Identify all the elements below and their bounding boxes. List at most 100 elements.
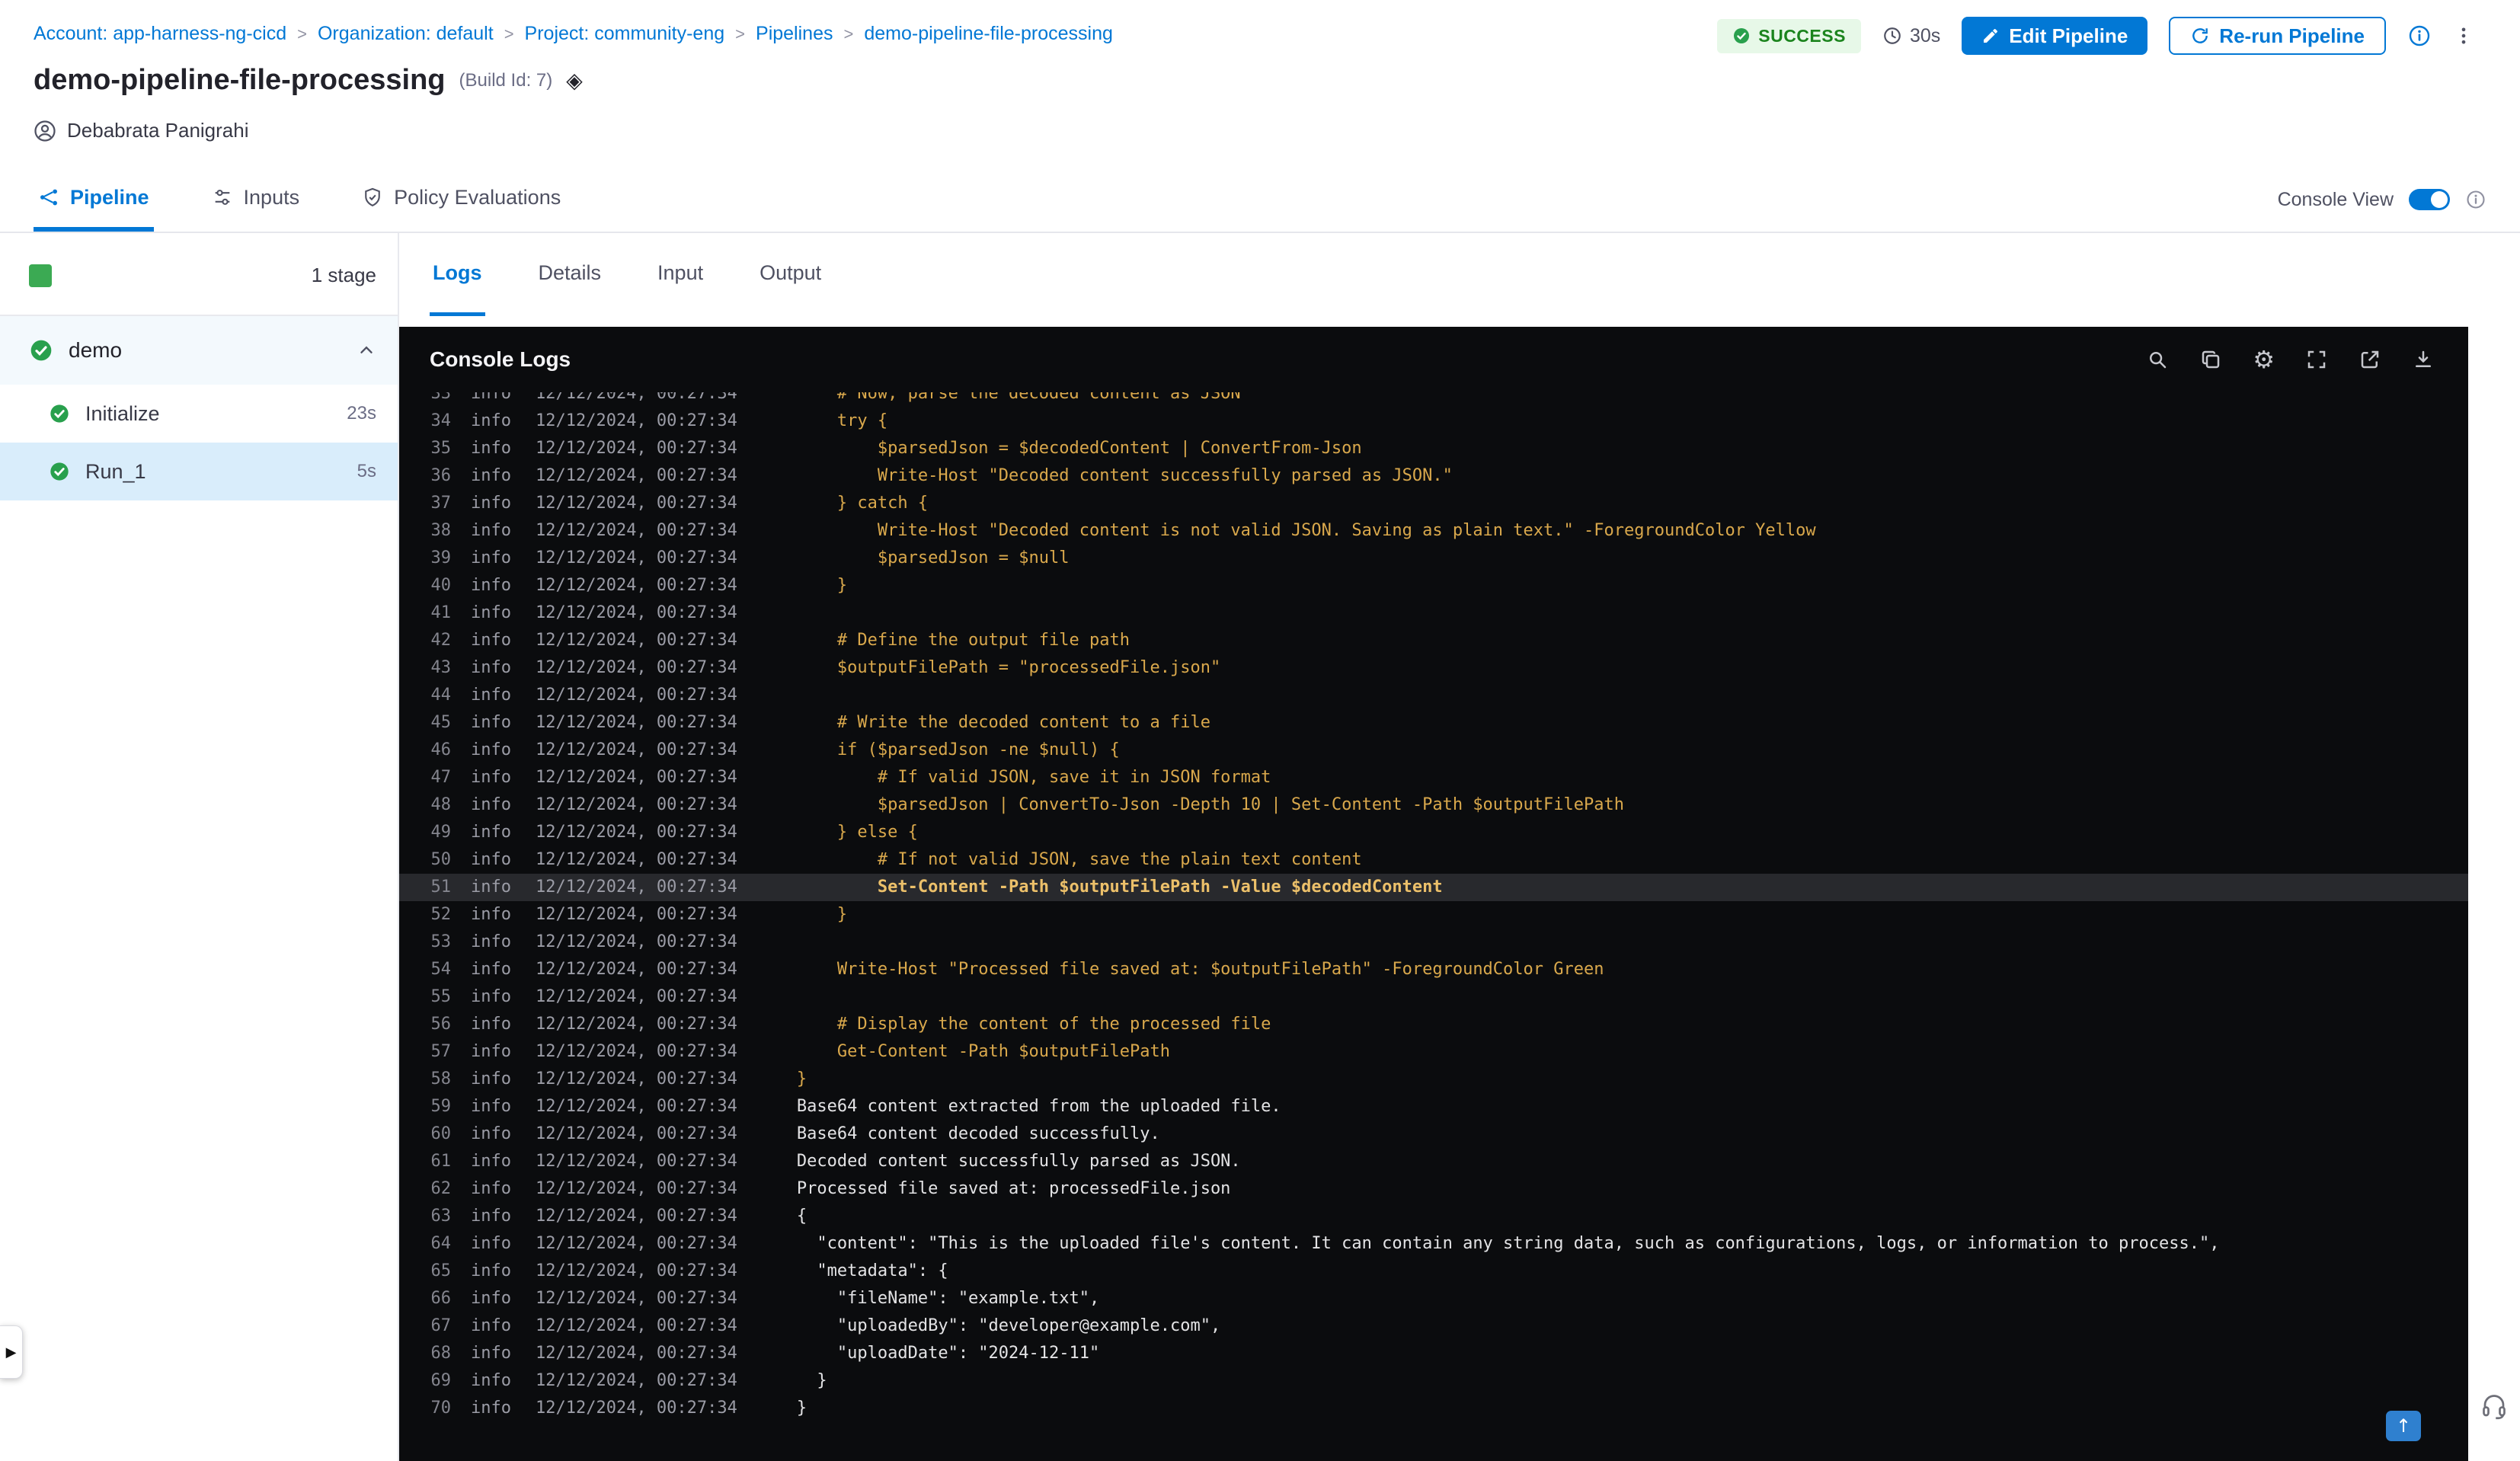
- log-message: Processed file saved at: processedFile.j…: [796, 1179, 1231, 1198]
- stage-minimap: 1 stage: [0, 233, 398, 287]
- log-level: info: [471, 1344, 511, 1363]
- log-timestamp: 12/12/2024, 00:27:34: [535, 1316, 737, 1335]
- log-line-number: 34: [430, 411, 452, 430]
- tab-input[interactable]: Input: [654, 233, 706, 316]
- log-line-number: 60: [430, 1124, 452, 1143]
- log-timestamp: 12/12/2024, 00:27:34: [535, 987, 737, 1006]
- log-line-number: 55: [430, 987, 452, 1006]
- log-line-number: 50: [430, 850, 452, 869]
- info-icon[interactable]: [2407, 24, 2432, 48]
- console-panel-header: Console Logs ⚙: [399, 327, 2468, 392]
- log-line-number: 69: [430, 1371, 452, 1390]
- log-line: 59 info 12/12/2024, 00:27:34 Base64 cont…: [399, 1093, 2468, 1121]
- log-line: 33 info 12/12/2024, 00:27:34 # Now, pars…: [399, 392, 2468, 408]
- breadcrumb-separator: >: [504, 24, 514, 43]
- log-timestamp: 12/12/2024, 00:27:34: [535, 823, 737, 842]
- step-row[interactable]: Initialize 23s: [0, 385, 398, 443]
- download-logs-icon[interactable]: [2412, 348, 2435, 371]
- log-message: # Now, parse the decoded content as JSON: [796, 392, 1241, 403]
- more-options-icon[interactable]: [2453, 25, 2474, 46]
- console-toolbar: ⚙: [2146, 347, 2435, 372]
- duration: 30s: [1882, 25, 1940, 47]
- console-view-info-icon[interactable]: [2465, 189, 2486, 210]
- log-line-number: 51: [430, 878, 452, 897]
- rerun-pipeline-label: Re-run Pipeline: [2219, 24, 2365, 47]
- log-line: 55 info 12/12/2024, 00:27:34: [399, 983, 2468, 1011]
- tab-output[interactable]: Output: [756, 233, 824, 316]
- scroll-to-top-button[interactable]: ↑: [2386, 1411, 2421, 1441]
- console-tabbar: Logs Details Input Output: [399, 233, 2520, 327]
- log-line: 63 info 12/12/2024, 00:27:34 {: [399, 1203, 2468, 1230]
- breadcrumb: Account: app-harness-ng-cicd > Organizat…: [34, 23, 1113, 45]
- step-row[interactable]: Run_1 5s: [0, 443, 398, 500]
- log-line-number: 43: [430, 658, 452, 677]
- breadcrumb-link[interactable]: Project: community-eng: [525, 23, 725, 45]
- log-message: Write-Host "Decoded content is not valid…: [796, 521, 1816, 540]
- log-level: info: [471, 713, 511, 732]
- tab-policy-evaluations[interactable]: Policy Evaluations: [357, 168, 565, 232]
- log-line: 47 info 12/12/2024, 00:27:34 # If valid …: [399, 764, 2468, 791]
- log-line-number: 39: [430, 548, 452, 567]
- copy-logs-icon[interactable]: [2199, 348, 2222, 371]
- up-arrow-icon: ↑: [2395, 1415, 2412, 1437]
- breadcrumb-separator: >: [735, 24, 746, 43]
- log-line-number: 62: [430, 1179, 452, 1198]
- log-level: info: [471, 494, 511, 513]
- shield-check-icon: [365, 187, 380, 207]
- edit-pipeline-button[interactable]: Edit Pipeline: [1962, 17, 2148, 55]
- log-line: 68 info 12/12/2024, 00:27:34 "uploadDate…: [399, 1340, 2468, 1367]
- stage-success-icon: [30, 340, 52, 361]
- log-line-number: 42: [430, 631, 452, 650]
- log-message: "metadata": {: [796, 1261, 948, 1280]
- log-line: 48 info 12/12/2024, 00:27:34 $parsedJson…: [399, 791, 2468, 819]
- support-headset-icon[interactable]: [2480, 1392, 2508, 1420]
- log-message: Decoded content successfully parsed as J…: [796, 1152, 1241, 1171]
- open-in-new-icon[interactable]: [2359, 348, 2381, 371]
- breadcrumb-link[interactable]: Organization: default: [318, 23, 494, 45]
- log-timestamp: 12/12/2024, 00:27:34: [535, 466, 737, 485]
- log-message: $parsedJson = $decodedContent | ConvertF…: [796, 439, 1362, 458]
- log-line: 51 info 12/12/2024, 00:27:34 Set-Content…: [399, 874, 2468, 901]
- log-line-number: 63: [430, 1207, 452, 1226]
- log-level: info: [471, 392, 511, 403]
- log-line: 45 info 12/12/2024, 00:27:34 # Write the…: [399, 709, 2468, 737]
- console-main: Logs Details Input Output Console Logs ⚙: [399, 233, 2520, 1461]
- log-timestamp: 12/12/2024, 00:27:34: [535, 494, 737, 513]
- settings-gear-icon[interactable]: ⚙: [2253, 347, 2275, 372]
- rerun-pipeline-button[interactable]: Re-run Pipeline: [2169, 17, 2386, 55]
- execution-sidebar: 1 stage demo Initialize 23s Run_1 5s: [0, 233, 399, 1461]
- log-message: "uploadDate": "2024-12-11": [796, 1344, 1100, 1363]
- log-line-number: 70: [430, 1399, 452, 1418]
- breadcrumb-link[interactable]: demo-pipeline-file-processing: [864, 23, 1113, 45]
- fullscreen-icon[interactable]: [2305, 348, 2328, 371]
- log-level: info: [471, 850, 511, 869]
- log-message: # If valid JSON, save it in JSON format: [796, 768, 1271, 787]
- tab-logs[interactable]: Logs: [430, 233, 485, 316]
- chevron-up-icon[interactable]: [357, 340, 376, 360]
- rerun-icon: [2192, 28, 2208, 43]
- breadcrumb-link[interactable]: Pipelines: [756, 23, 833, 45]
- console-view-toggle[interactable]: [2409, 189, 2450, 210]
- search-icon[interactable]: [2146, 348, 2169, 371]
- tab-details[interactable]: Details: [536, 233, 605, 316]
- log-level: info: [471, 1207, 511, 1226]
- stage-row-demo[interactable]: demo: [0, 316, 398, 385]
- log-line-number: 59: [430, 1097, 452, 1116]
- log-level: info: [471, 768, 511, 787]
- log-level: info: [471, 823, 511, 842]
- stage-minimap-square[interactable]: [29, 264, 52, 287]
- breadcrumb-item: Project: community-eng >: [525, 23, 756, 45]
- log-line-number: 58: [430, 1069, 452, 1089]
- log-line-number: 57: [430, 1042, 452, 1061]
- log-timestamp: 12/12/2024, 00:27:34: [535, 1015, 737, 1034]
- log-level: info: [471, 1152, 511, 1171]
- tab-inputs[interactable]: Inputs: [207, 168, 305, 232]
- breadcrumb-link[interactable]: Account: app-harness-ng-cicd: [34, 23, 286, 45]
- log-message: $parsedJson = $null: [796, 548, 1070, 567]
- sidebar-expander-button[interactable]: ▶: [0, 1325, 23, 1379]
- tab-pipeline[interactable]: Pipeline: [34, 168, 154, 232]
- log-viewport[interactable]: 33 info 12/12/2024, 00:27:34 # Now, pars…: [399, 392, 2468, 1461]
- title-row: demo-pipeline-file-processing (Build Id:…: [34, 64, 583, 97]
- log-line-number: 49: [430, 823, 452, 842]
- breadcrumb-separator: >: [843, 24, 854, 43]
